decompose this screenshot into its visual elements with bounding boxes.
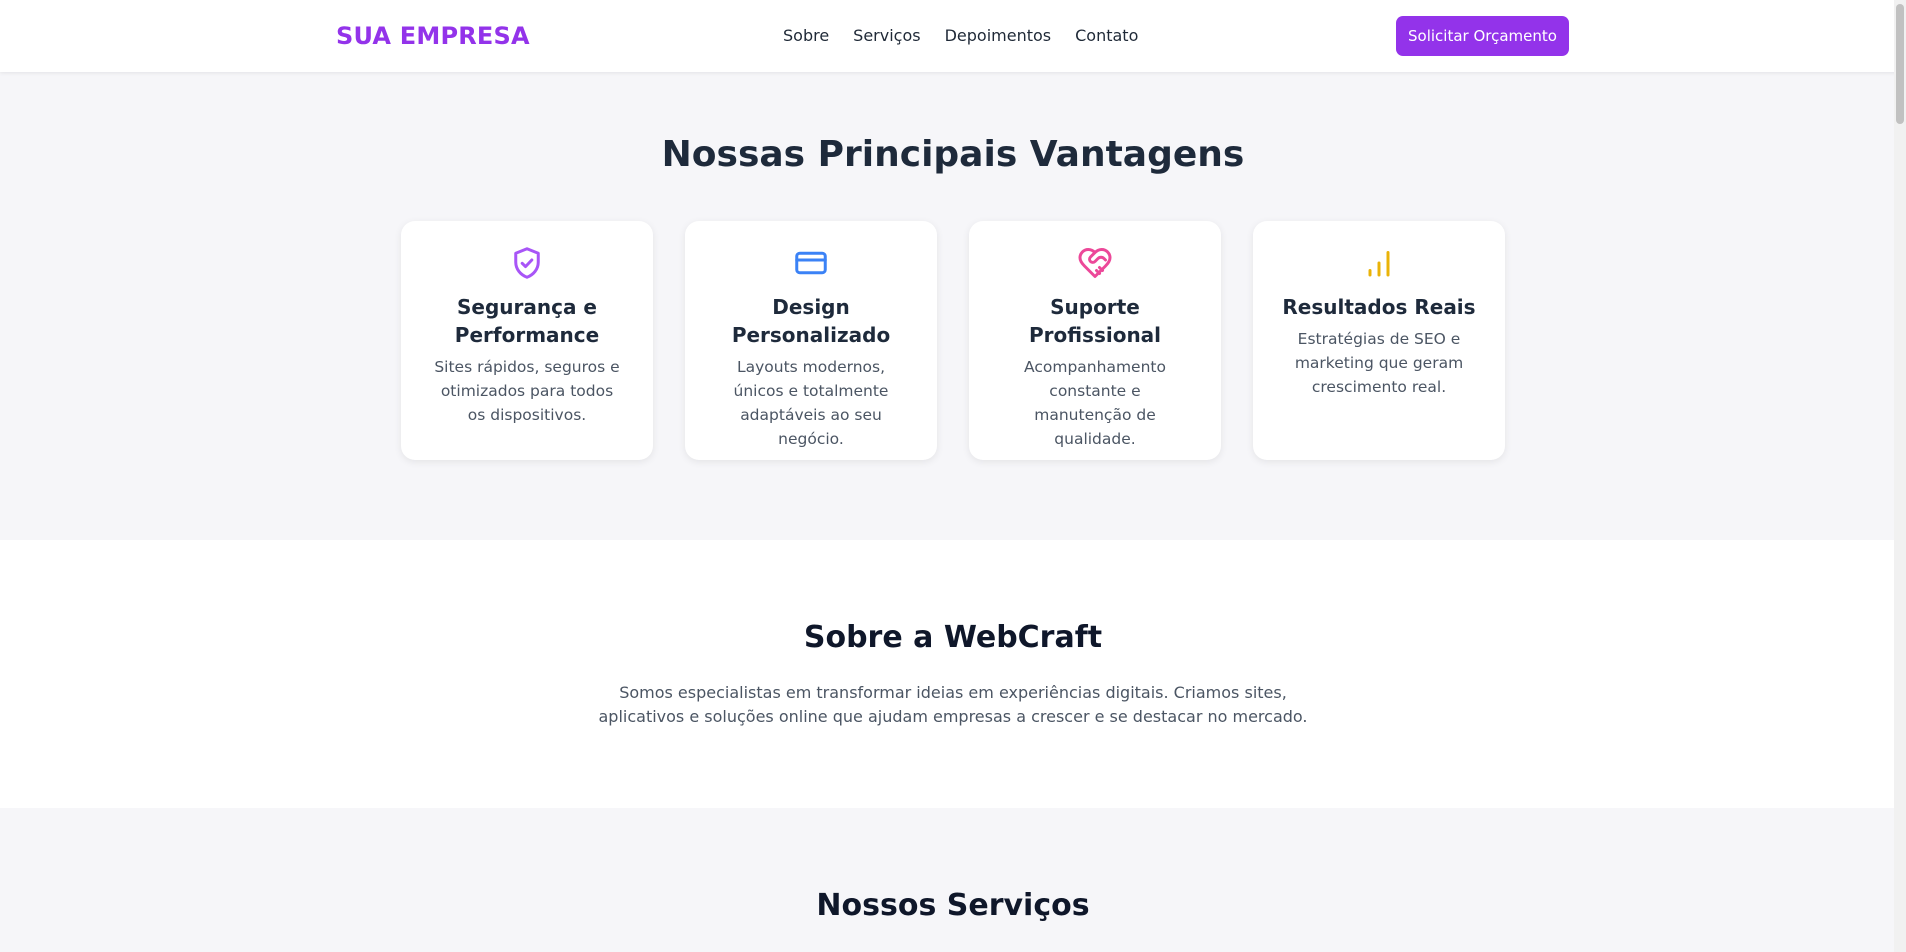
advantage-title: Resultados Reais [1282,295,1476,319]
advantages-cards: Segurança e Performance Sites rápidos, s… [401,221,1505,460]
advantage-description: Sites rápidos, seguros e otimizados para… [434,358,620,424]
request-quote-button[interactable]: Solicitar Orçamento [1396,16,1569,56]
advantage-title: Design Personalizado [731,295,891,347]
advantages-title: Nossas Principais Vantagens [661,134,1245,175]
advantage-card-results: Resultados Reais Estratégias de SEO e ma… [1253,221,1505,460]
about-text: Somos especialistas em transformar ideia… [598,683,1308,726]
advantage-title: Suporte Profissional [1028,295,1162,347]
services-section: Nossos Serviços [0,808,1906,952]
credit-card-icon [685,245,937,281]
scrollbar[interactable] [1894,0,1906,952]
advantage-description: Estratégias de SEO e marketing que geram… [1294,330,1464,396]
services-title: Nossos Serviços [816,888,1090,923]
nav-link-depoimentos[interactable]: Depoimentos [945,26,1052,45]
page: SUA EMPRESA Sobre Serviços Depoimentos C… [0,0,1906,952]
nav-link-servicos[interactable]: Serviços [853,26,920,45]
advantage-card-design: Design Personalizado Layouts modernos, ú… [685,221,937,460]
nav-link-contato[interactable]: Contato [1075,26,1138,45]
scrollbar-thumb[interactable] [1896,4,1904,124]
advantage-card-support: Suporte Profissional Acompanhamento cons… [969,221,1221,460]
advantage-title: Segurança e Performance [454,295,600,347]
advantage-description: Acompanhamento constante e manutenção de… [1024,358,1166,448]
main-nav: Sobre Serviços Depoimentos Contato [783,26,1138,45]
nav-link-sobre[interactable]: Sobre [783,26,829,45]
about-title: Sobre a WebCraft [803,620,1103,655]
advantage-description: Layouts modernos, únicos e totalmente ad… [733,358,889,448]
heart-handshake-icon [969,245,1221,281]
advantages-section: Nossas Principais Vantagens Segurança e … [0,72,1906,540]
site-header: SUA EMPRESA Sobre Serviços Depoimentos C… [0,0,1906,72]
bar-chart-icon [1253,245,1505,281]
advantage-card-security: Segurança e Performance Sites rápidos, s… [401,221,653,460]
about-section: Sobre a WebCraft Somos especialistas em … [0,540,1906,808]
shield-check-icon [401,245,653,281]
logo[interactable]: SUA EMPRESA [336,22,530,50]
